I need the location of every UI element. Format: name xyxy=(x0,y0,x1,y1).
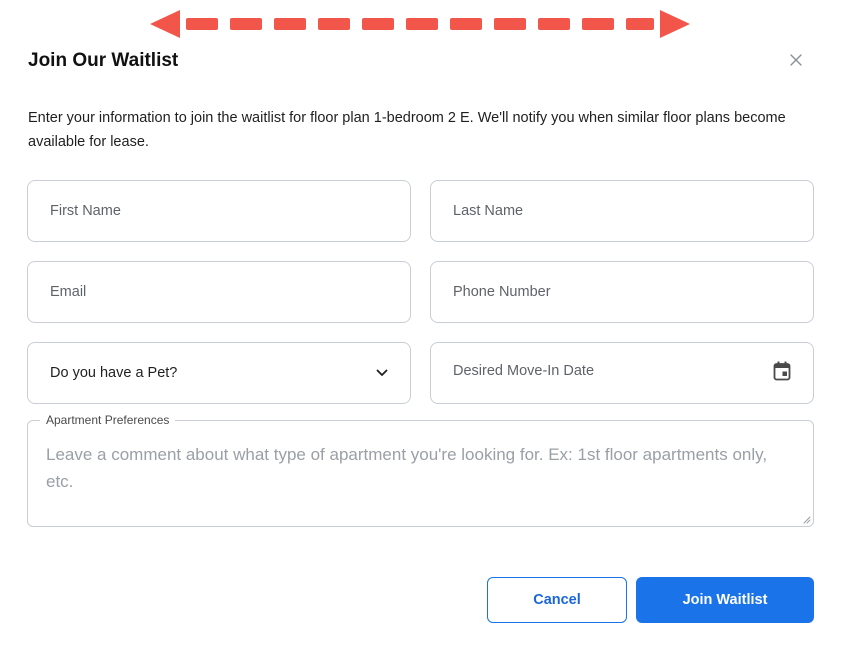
pet-select[interactable]: Do you have a Pet? xyxy=(27,342,411,404)
chevron-down-icon xyxy=(376,369,388,376)
email-field[interactable]: Email xyxy=(27,261,411,323)
waitlist-dialog: Join Our Waitlist Enter your information… xyxy=(0,0,843,651)
close-icon xyxy=(790,54,802,66)
dialog-title: Join Our Waitlist xyxy=(28,50,179,71)
move-in-date-placeholder: Desired Move-In Date xyxy=(453,363,595,379)
phone-number-field[interactable]: Phone Number xyxy=(430,261,814,323)
cancel-button[interactable]: Cancel xyxy=(487,577,627,623)
last-name-placeholder: Last Name xyxy=(453,203,524,219)
move-in-date-field[interactable]: Desired Move-In Date xyxy=(430,342,814,404)
apartment-preferences-textarea[interactable]: Apartment Preferences Leave a comment ab… xyxy=(27,413,814,527)
join-waitlist-button[interactable]: Join Waitlist xyxy=(636,577,814,623)
pet-select-value: Do you have a Pet? xyxy=(50,365,178,381)
first-name-field[interactable]: First Name xyxy=(27,180,411,242)
close-button[interactable] xyxy=(782,46,810,74)
email-placeholder: Email xyxy=(50,284,87,300)
last-name-field[interactable]: Last Name xyxy=(430,180,814,242)
phone-number-placeholder: Phone Number xyxy=(453,284,551,300)
dialog-description: Enter your information to join the waitl… xyxy=(28,110,786,150)
first-name-placeholder: First Name xyxy=(50,203,121,219)
apartment-preferences-placeholder: Leave a comment about what type of apart… xyxy=(46,445,768,491)
resize-handle-icon[interactable] xyxy=(801,514,811,524)
calendar-icon[interactable] xyxy=(773,361,791,381)
apartment-preferences-label: Apartment Preferences xyxy=(40,413,176,427)
